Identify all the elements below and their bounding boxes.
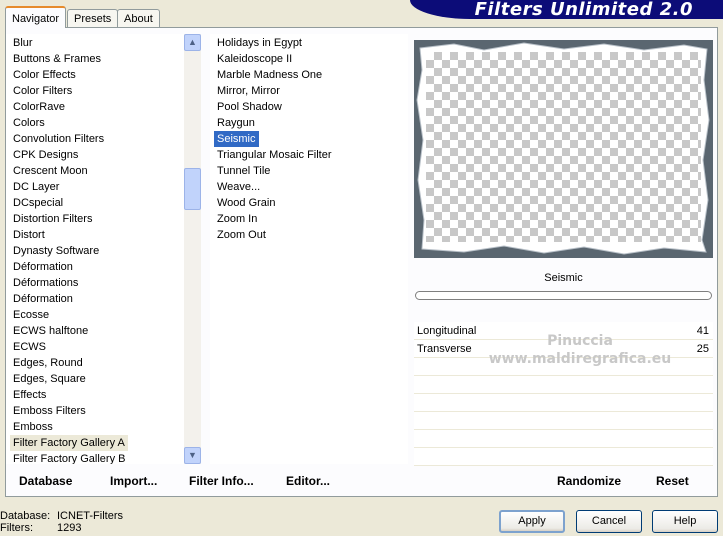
param-row-empty <box>414 448 713 466</box>
category-item[interactable]: Crescent Moon <box>10 163 91 179</box>
tab-about[interactable]: About <box>117 9 160 27</box>
status-database-value: ICNET-Filters <box>57 510 123 522</box>
category-scrollbar[interactable]: ▲ ▼ <box>184 34 201 464</box>
transparency-checkerboard <box>426 52 701 242</box>
param-row-empty <box>414 430 713 448</box>
filter-item[interactable]: Wood Grain <box>214 195 279 211</box>
param-label: Transverse <box>417 343 472 355</box>
category-item[interactable]: Déformations <box>10 275 81 291</box>
category-item[interactable]: Buttons & Frames <box>10 51 104 67</box>
help-button[interactable]: Help <box>652 510 718 533</box>
category-item[interactable]: Ecosse <box>10 307 52 323</box>
scroll-up-button[interactable]: ▲ <box>184 34 201 51</box>
app-title: Filters Unlimited 2.0 <box>474 0 693 20</box>
filter-item[interactable]: Tunnel Tile <box>214 163 273 179</box>
filter-item[interactable]: Mirror, Mirror <box>214 83 283 99</box>
filter-item[interactable]: Zoom Out <box>214 227 269 243</box>
param-row-empty <box>414 394 713 412</box>
category-item[interactable]: Color Effects <box>10 67 79 83</box>
category-item[interactable]: DCspecial <box>10 195 66 211</box>
reset-button[interactable]: Reset <box>656 474 689 488</box>
tab-presets[interactable]: Presets <box>67 9 119 27</box>
status-filters-label: Filters: <box>0 522 33 534</box>
filter-item[interactable]: Seismic <box>214 131 259 147</box>
status-filters-value: 1293 <box>57 522 82 534</box>
filter-item[interactable]: Weave... <box>214 179 263 195</box>
app-title-banner: Filters Unlimited 2.0 <box>410 0 723 19</box>
filter-list[interactable]: Holidays in Egypt Kaleidoscope II Marble M… <box>210 34 408 464</box>
category-item[interactable]: Effects <box>10 387 49 403</box>
category-item[interactable]: Edges, Round <box>10 355 86 371</box>
category-item[interactable]: Filter Factory Gallery B <box>10 451 128 464</box>
filter-info-button[interactable]: Filter Info... <box>189 474 254 488</box>
tab-navigator[interactable]: Navigator <box>5 6 67 28</box>
filter-item[interactable]: Zoom In <box>214 211 260 227</box>
category-item[interactable]: Emboss <box>10 419 56 435</box>
chevron-up-icon: ▲ <box>188 37 197 47</box>
filter-item[interactable]: Triangular Mosaic Filter <box>214 147 335 163</box>
filter-item[interactable]: Raygun <box>214 115 258 131</box>
category-item[interactable]: Blur <box>10 35 36 51</box>
category-item[interactable]: Déformation <box>10 259 76 275</box>
category-item[interactable]: Distortion Filters <box>10 211 95 227</box>
param-row-empty <box>414 376 713 394</box>
editor-button[interactable]: Editor... <box>286 474 330 488</box>
category-item[interactable]: ColorRave <box>10 99 68 115</box>
filter-item[interactable]: Kaleidoscope II <box>214 51 295 67</box>
category-item[interactable]: Emboss Filters <box>10 403 89 419</box>
cancel-button[interactable]: Cancel <box>576 510 642 533</box>
chevron-down-icon: ▼ <box>188 450 197 460</box>
category-item[interactable]: Distort <box>10 227 48 243</box>
scroll-thumb[interactable] <box>184 168 201 210</box>
filter-item[interactable]: Holidays in Egypt <box>214 35 305 51</box>
category-item[interactable]: Déformation <box>10 291 76 307</box>
import-button[interactable]: Import... <box>110 474 157 488</box>
status-database-label: Database: <box>0 510 51 522</box>
scroll-down-button[interactable]: ▼ <box>184 447 201 464</box>
apply-button[interactable]: Apply <box>499 510 565 533</box>
param-row-empty <box>414 412 713 430</box>
param-value[interactable]: 41 <box>697 322 709 340</box>
category-item[interactable]: DC Layer <box>10 179 62 195</box>
category-item[interactable]: CPK Designs <box>10 147 81 163</box>
filter-item[interactable]: Pool Shadow <box>214 99 285 115</box>
param-label: Longitudinal <box>417 325 477 337</box>
category-item[interactable]: ECWS <box>10 339 49 355</box>
category-item[interactable]: Filter Factory Gallery A <box>10 435 128 451</box>
category-item[interactable]: Colors <box>10 115 48 131</box>
category-item[interactable]: Convolution Filters <box>10 131 107 147</box>
category-item[interactable]: Color Filters <box>10 83 75 99</box>
progress-bar <box>415 291 712 300</box>
database-button[interactable]: Database <box>19 474 72 488</box>
filter-preview <box>414 40 713 258</box>
category-list[interactable]: Blur Buttons & Frames Color Effects Color F… <box>6 34 184 464</box>
watermark-line1: Pinuccia <box>547 333 613 349</box>
randomize-button[interactable]: Randomize <box>557 474 621 488</box>
watermark: Pinuccia www.maldiregrafica.eu <box>480 332 680 368</box>
watermark-line2: www.maldiregrafica.eu <box>488 351 672 367</box>
category-item[interactable]: Edges, Square <box>10 371 89 387</box>
filter-item[interactable]: Marble Madness One <box>214 67 325 83</box>
category-item[interactable]: ECWS halftone <box>10 323 91 339</box>
category-item[interactable]: Dynasty Software <box>10 243 102 259</box>
param-value[interactable]: 25 <box>697 340 709 358</box>
preview-filter-name: Seismic <box>544 272 583 284</box>
